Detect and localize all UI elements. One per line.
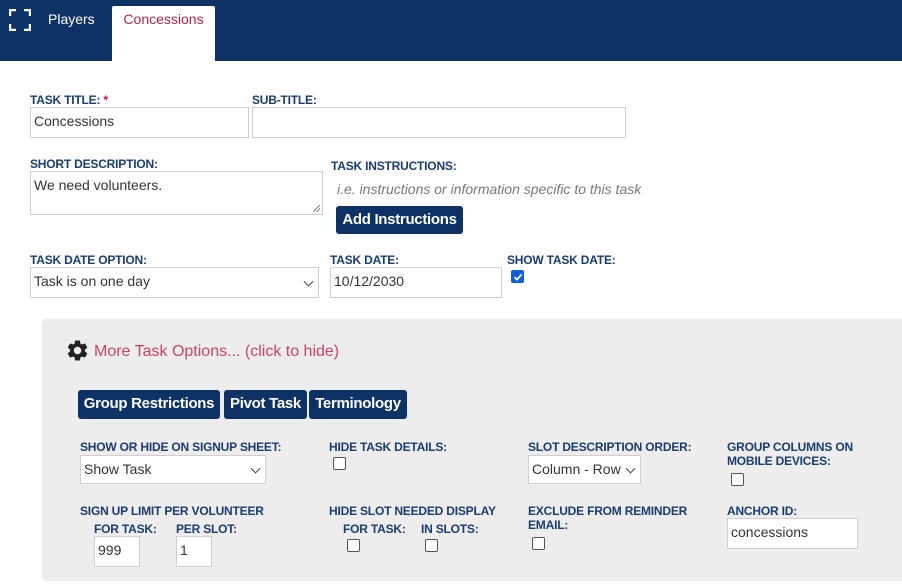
anchor-id-input[interactable]: concessions <box>727 518 858 549</box>
anchor-id-label: ANCHOR ID: <box>727 504 797 518</box>
task-title-label: TASK TITLE: * <box>30 93 108 107</box>
chevron-down-icon <box>250 463 261 474</box>
slot-description-order-select[interactable]: Column - Row <box>528 455 641 484</box>
exclude-reminder-label: EXCLUDE FROM REMINDER EMAIL: <box>528 504 688 532</box>
pivot-task-button[interactable]: Pivot Task <box>224 390 307 419</box>
short-description-textarea[interactable]: We need volunteers. <box>30 171 323 215</box>
chevron-down-icon <box>303 276 314 287</box>
chevron-down-icon <box>625 463 636 474</box>
task-date-label: TASK DATE: <box>330 253 399 267</box>
slot-description-order-label: SLOT DESCRIPTION ORDER: <box>528 440 692 454</box>
checkmark-icon <box>513 273 523 281</box>
signup-limit-for-task-label: FOR TASK: <box>94 522 157 536</box>
sub-title-input[interactable] <box>252 107 626 138</box>
signup-limit-per-slot-input[interactable]: 1 <box>176 536 212 567</box>
show-hide-select[interactable]: Show Task <box>80 455 266 484</box>
task-date-input[interactable]: 10/12/2030 <box>330 267 502 298</box>
required-mark: * <box>103 93 108 107</box>
show-hide-label: SHOW OR HIDE ON SIGNUP SHEET: <box>80 440 282 454</box>
show-task-date-checkbox[interactable] <box>511 270 524 283</box>
group-restrictions-button[interactable]: Group Restrictions <box>78 390 220 419</box>
exclude-reminder-checkbox[interactable] <box>532 537 545 550</box>
group-columns-checkbox[interactable] <box>731 473 744 486</box>
sub-title-label: SUB-TITLE: <box>252 93 317 107</box>
task-instructions-label: TASK INSTRUCTIONS: <box>331 159 457 173</box>
task-date-option-select[interactable]: Task is on one day <box>30 267 319 298</box>
task-instructions-placeholder[interactable]: i.e. instructions or information specifi… <box>337 181 641 197</box>
hide-task-details-label: HIDE TASK DETAILS: <box>329 440 447 454</box>
task-date-option-label: TASK DATE OPTION: <box>30 253 147 267</box>
hide-slot-in-slots-label: IN SLOTS: <box>421 522 479 536</box>
more-task-options-toggle[interactable]: More Task Options... (click to hide) <box>94 343 339 361</box>
task-title-input[interactable]: Concessions <box>30 107 249 138</box>
gear-icon[interactable] <box>65 338 90 363</box>
signup-limit-label: SIGN UP LIMIT PER VOLUNTEER <box>80 504 264 518</box>
tab-concessions[interactable]: Concessions <box>112 6 215 61</box>
show-task-date-label: SHOW TASK DATE: <box>507 253 616 267</box>
hide-slot-in-slots-checkbox[interactable] <box>425 539 438 552</box>
hide-task-details-checkbox[interactable] <box>333 457 346 470</box>
fullscreen-icon[interactable] <box>9 9 31 31</box>
group-columns-label: GROUP COLUMNS ON MOBILE DEVICES: <box>727 440 853 468</box>
signup-limit-per-slot-label: PER SLOT: <box>176 522 237 536</box>
short-description-label: SHORT DESCRIPTION: <box>30 157 158 171</box>
add-instructions-button[interactable]: Add Instructions <box>336 206 463 234</box>
terminology-button[interactable]: Terminology <box>309 390 407 419</box>
signup-limit-for-task-input[interactable]: 999 <box>94 536 140 567</box>
resize-handle-icon[interactable] <box>313 205 320 212</box>
tab-players[interactable]: Players <box>48 6 95 61</box>
hide-slot-for-task-checkbox[interactable] <box>347 539 360 552</box>
hide-slot-needed-label: HIDE SLOT NEEDED DISPLAY <box>329 504 496 518</box>
hide-slot-for-task-label: FOR TASK: <box>343 522 406 536</box>
